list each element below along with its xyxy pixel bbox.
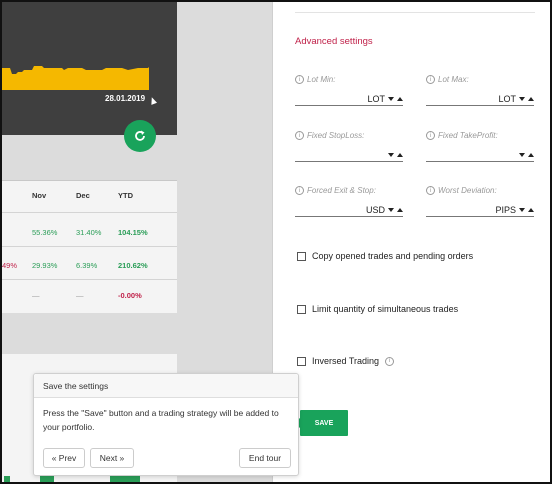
table-cell-dec: 31.40%: [76, 228, 102, 237]
equity-area: [2, 66, 149, 90]
refresh-button[interactable]: [124, 120, 156, 152]
tour-popup-title: Save the settings: [34, 374, 298, 398]
screen: 28.01.2019 Nov Dec YTD 55.36% 31.40% 104…: [0, 0, 552, 484]
limit-quantity-checkbox[interactable]: [297, 304, 306, 314]
info-icon[interactable]: i: [295, 75, 304, 84]
decrement-icon[interactable]: [519, 96, 525, 101]
decrement-icon[interactable]: [388, 152, 394, 157]
info-icon[interactable]: i: [426, 131, 435, 140]
chart-bar: [4, 476, 10, 482]
fixed-takeprofit-label: i Fixed TakeProfit:: [426, 131, 498, 140]
fixed-stoploss-field[interactable]: [295, 148, 403, 162]
copy-opened-trades-option[interactable]: Copy opened trades and pending orders: [297, 251, 473, 261]
column-header-dec: Dec: [76, 191, 90, 200]
decrement-icon[interactable]: [388, 207, 394, 212]
table-cell-nov: 55.36%: [32, 228, 58, 237]
table-cell-nov: 29.93%: [32, 261, 58, 270]
lot-max-field[interactable]: LOT: [426, 92, 534, 106]
chart-date-label: 28.01.2019: [105, 94, 146, 103]
decrement-icon[interactable]: [388, 96, 394, 101]
lot-min-label: i Lot Min:: [295, 75, 335, 84]
refresh-icon: [135, 130, 145, 141]
advanced-settings-title: Advanced settings: [295, 36, 373, 47]
info-icon[interactable]: i: [295, 186, 304, 195]
table-cell-ytd: 210.62%: [118, 261, 148, 270]
monthly-returns-table: Nov Dec YTD 55.36% 31.40% 104.15% 49% 29…: [2, 180, 177, 313]
limit-quantity-option[interactable]: Limit quantity of simultaneous trades: [297, 304, 458, 314]
tour-popup-body: Press the "Save" button and a trading st…: [43, 408, 279, 432]
equity-chart: [2, 66, 149, 90]
table-divider: [2, 279, 177, 280]
table-divider: [2, 212, 177, 213]
table-divider: [2, 246, 177, 247]
lot-min-field[interactable]: LOT: [295, 92, 403, 106]
column-header-nov: Nov: [32, 191, 47, 200]
decrement-icon[interactable]: [519, 207, 525, 212]
table-cell-dec: 6.39%: [76, 261, 98, 270]
column-header-ytd: YTD: [118, 191, 133, 200]
equity-chart-panel: 28.01.2019: [2, 2, 177, 135]
info-icon[interactable]: i: [426, 75, 435, 84]
increment-icon[interactable]: [528, 207, 534, 212]
tour-popup: Save the settings Press the "Save" butto…: [33, 373, 299, 476]
worst-deviation-field[interactable]: PIPS: [426, 203, 534, 217]
forced-exit-label: i Forced Exit & Stop:: [295, 186, 376, 195]
tour-next-button[interactable]: Next »: [90, 448, 134, 468]
increment-icon[interactable]: [397, 96, 403, 101]
fixed-takeprofit-field[interactable]: [426, 148, 534, 162]
increment-icon[interactable]: [397, 152, 403, 157]
copy-opened-trades-checkbox[interactable]: [297, 251, 306, 261]
info-icon[interactable]: i: [295, 131, 304, 140]
info-icon[interactable]: i: [385, 356, 395, 366]
divider: [295, 12, 535, 13]
table-cell-ytd: 104.15%: [118, 228, 148, 237]
increment-icon[interactable]: [397, 207, 403, 212]
tour-end-button[interactable]: End tour: [239, 448, 291, 468]
worst-deviation-label: i Worst Deviation:: [426, 186, 497, 195]
table-cell-ytd: -0.00%: [118, 291, 142, 300]
tour-prev-button[interactable]: « Prev: [43, 448, 85, 468]
table-cell-nov: —: [32, 291, 40, 300]
forced-exit-field[interactable]: USD: [295, 203, 403, 217]
decrement-icon[interactable]: [519, 152, 525, 157]
lot-max-label: i Lot Max:: [426, 75, 469, 84]
increment-icon[interactable]: [528, 96, 534, 101]
inversed-trading-checkbox[interactable]: [297, 356, 306, 366]
table-cell-dec: —: [76, 291, 84, 300]
increment-icon[interactable]: [528, 152, 534, 157]
save-button[interactable]: SAVE: [300, 410, 348, 436]
info-icon[interactable]: i: [426, 186, 435, 195]
fixed-stoploss-label: i Fixed StopLoss:: [295, 131, 364, 140]
table-cell-partial: 49%: [2, 261, 18, 270]
inversed-trading-option[interactable]: Inversed Trading i: [297, 356, 395, 366]
